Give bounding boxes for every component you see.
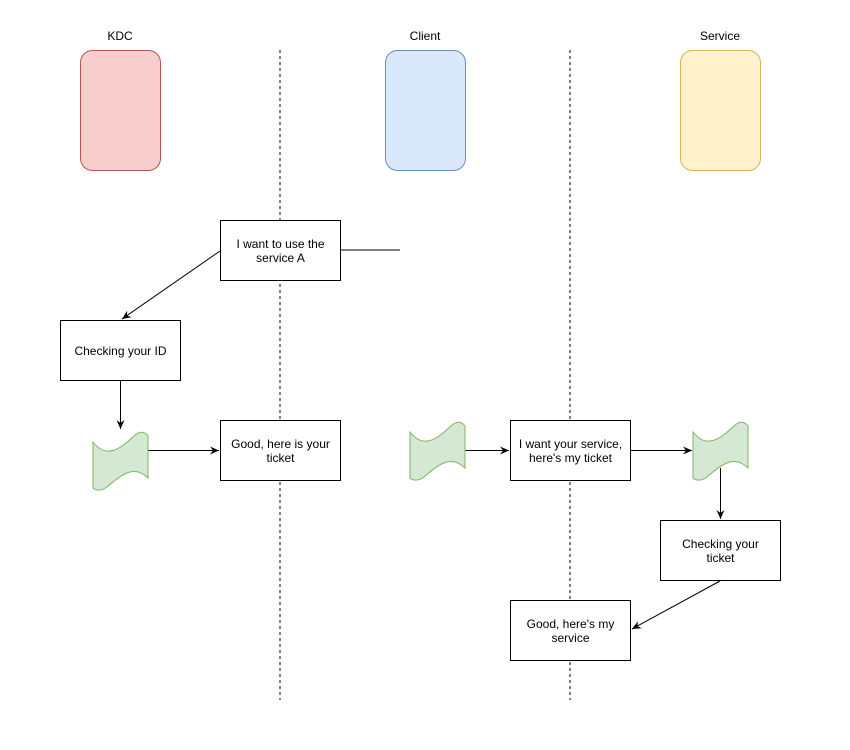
box-want-your-service[interactable]: I want your service, here's my ticket xyxy=(510,420,631,481)
lane-title-service: Service xyxy=(699,29,740,43)
box-here-service[interactable]: Good, here's my service xyxy=(510,600,631,661)
lane-title-client: Client xyxy=(409,29,441,43)
box-checking-ticket[interactable]: Checking your ticket xyxy=(660,520,781,581)
kdc-actor xyxy=(80,50,161,171)
box-here-ticket[interactable]: Good, here is your ticket xyxy=(220,420,341,481)
lane-title-kdc: KDC xyxy=(107,29,133,43)
client-actor xyxy=(385,50,466,171)
arrow-to-here-service xyxy=(631,580,721,630)
ticket-kdc xyxy=(92,431,149,491)
arrow-to-checking-id xyxy=(121,250,221,320)
service-actor xyxy=(680,50,761,171)
box-want-service-a[interactable]: I want to use the service A xyxy=(220,220,341,281)
box-checking-id[interactable]: Checking your ID xyxy=(60,320,181,381)
ticket-client xyxy=(409,421,466,481)
